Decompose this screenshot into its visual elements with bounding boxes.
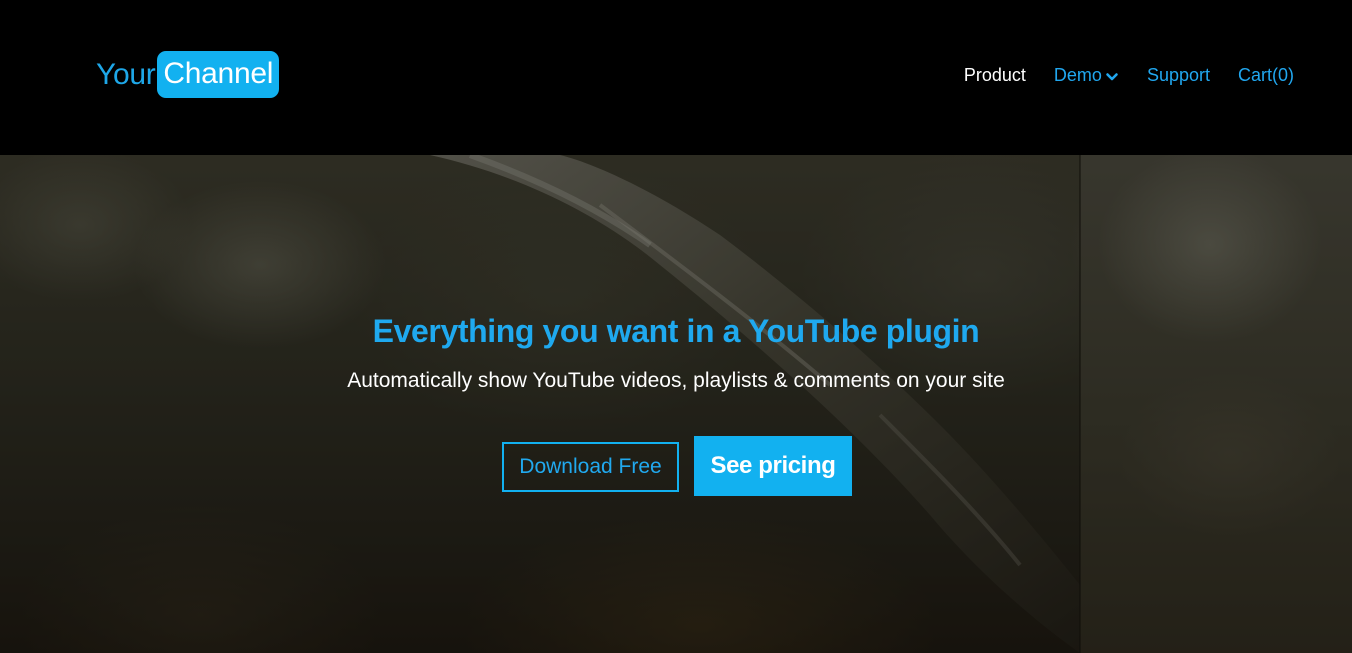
- nav-item-cart[interactable]: Cart(0): [1238, 65, 1294, 86]
- nav-item-support[interactable]: Support: [1147, 65, 1210, 86]
- download-free-button[interactable]: Download Free: [502, 442, 679, 492]
- main-nav: Product Demo Support Cart(0): [964, 65, 1294, 86]
- nav-item-demo-label: Demo: [1053, 65, 1102, 85]
- chevron-down-icon: [1106, 72, 1118, 80]
- nav-item-product[interactable]: Product: [964, 65, 1026, 86]
- hero-section: Everything you want in a YouTube plugin …: [0, 155, 1352, 653]
- logo-text-channel: Channel: [157, 51, 280, 98]
- nav-item-demo[interactable]: Demo: [1054, 65, 1119, 86]
- site-header: Your Channel Product Demo Support Cart(0…: [0, 0, 1352, 155]
- hero-title: Everything you want in a YouTube plugin: [372, 313, 980, 349]
- hero-subtitle: Automatically show YouTube videos, playl…: [347, 369, 1005, 392]
- see-pricing-button[interactable]: See pricing: [694, 436, 852, 496]
- hero-overlay: [0, 155, 1352, 653]
- logo-text-your: Your: [96, 57, 156, 91]
- site-logo[interactable]: Your Channel: [96, 50, 280, 99]
